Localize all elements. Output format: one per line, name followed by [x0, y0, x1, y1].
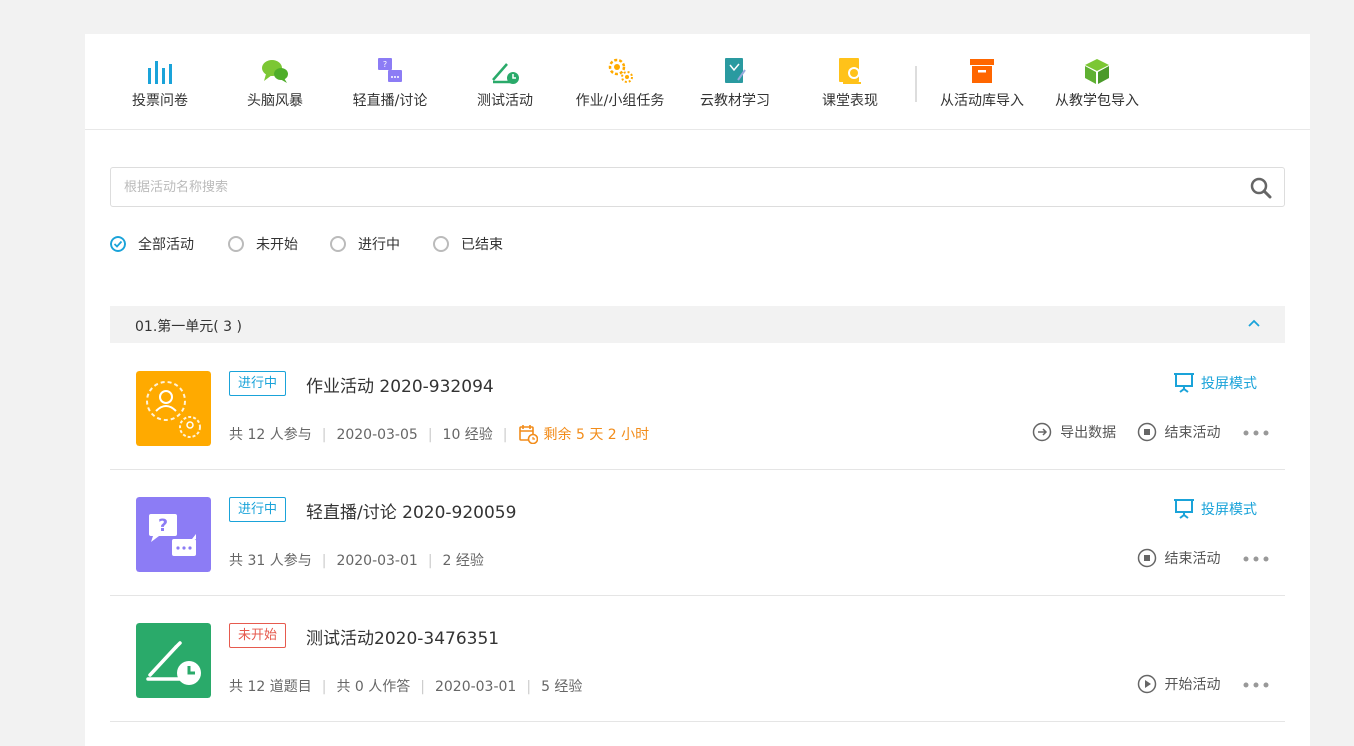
export-arrow-icon	[1032, 422, 1052, 442]
cloud-textbook-icon	[725, 58, 746, 83]
projection-mode-button[interactable]: 投屏模式	[1172, 496, 1257, 520]
vote-icon	[148, 61, 172, 84]
tool-label: 轻直播/讨论	[352, 93, 428, 109]
unit-header[interactable]: 01.第一单元( 3 )	[110, 306, 1285, 343]
participant-count: 共 31 人参与	[229, 553, 312, 569]
end-activity-button[interactable]: 结束活动	[1137, 422, 1221, 442]
more-options-icon[interactable]	[1241, 680, 1271, 690]
tool-homework[interactable]: 作业/小组任务	[560, 56, 680, 110]
question-count: 共 12 道题目	[229, 679, 312, 695]
activity-date: 2020-03-05	[336, 427, 418, 443]
export-label: 导出数据	[1060, 425, 1117, 441]
radio-icon	[330, 236, 346, 252]
status-badge: 未开始	[229, 623, 287, 648]
teaching-package-icon	[1085, 59, 1109, 84]
more-options-icon[interactable]	[1241, 554, 1271, 564]
tool-activity-library[interactable]: 从活动库导入	[922, 56, 1042, 110]
activity-search-box	[110, 167, 1285, 207]
tool-label: 从教学包导入	[1055, 93, 1139, 109]
svg-text:?: ?	[158, 516, 168, 536]
projection-label: 投屏模式	[1201, 502, 1257, 518]
homework-icon	[608, 58, 633, 83]
radio-icon	[433, 236, 449, 252]
class-performance-icon	[839, 58, 861, 84]
search-icon[interactable]	[1250, 177, 1272, 199]
live-discussion-thumbnail-icon: ?	[136, 497, 211, 572]
end-activity-button[interactable]: 结束活动	[1137, 548, 1221, 568]
activity-meta: 共 31 人参与 | 2020-03-01 | 2 经验	[229, 553, 484, 569]
filter-label: 未开始	[256, 237, 298, 253]
activity-row[interactable]: 未开始 测试活动2020-3476351 共 12 道题目 | 共 0 人作答 | 20…	[110, 596, 1285, 722]
filter-label: 进行中	[358, 237, 400, 253]
activity-row[interactable]: 进行中 作业活动 2020-932094 共 12 人参与 | 2020-03-05…	[110, 344, 1285, 470]
test-icon	[492, 63, 519, 84]
activity-title[interactable]: 轻直播/讨论 2020-920059	[306, 498, 516, 523]
remaining-time: 剩余 5 天 2 小时	[518, 425, 650, 444]
activity-date: 2020-03-01	[336, 553, 418, 569]
tool-brainstorm[interactable]: 头脑风暴	[215, 56, 335, 110]
end-activity-label: 结束活动	[1164, 425, 1221, 441]
tool-teaching-package[interactable]: 从教学包导入	[1037, 56, 1157, 110]
more-options-icon[interactable]	[1241, 428, 1271, 438]
radio-icon	[228, 236, 244, 252]
activity-actions: 导出数据 结束活动	[1032, 422, 1271, 442]
tool-live-discussion[interactable]: ? 轻直播/讨论	[330, 56, 450, 110]
activity-title[interactable]: 作业活动 2020-932094	[306, 372, 494, 397]
activity-actions: 开始活动	[1137, 674, 1271, 694]
stop-icon	[1137, 422, 1156, 442]
projector-icon	[1174, 373, 1194, 393]
play-icon	[1137, 674, 1156, 694]
experience-points: 5 经验	[541, 679, 583, 695]
tool-class-performance[interactable]: 课堂表现	[790, 56, 910, 110]
activity-date: 2020-03-01	[434, 679, 517, 695]
projection-mode-button[interactable]: 投屏模式	[1172, 370, 1257, 394]
tool-label: 课堂表现	[822, 93, 878, 109]
tool-vote[interactable]: 投票问卷	[100, 56, 220, 110]
activity-meta: 共 12 人参与 | 2020-03-05 | 10 经验 | 剩余 5 天 2 小时	[229, 424, 649, 444]
homework-thumbnail-icon	[136, 371, 211, 446]
activity-panel: 投票问卷 头脑风暴 ? 轻直播/讨论 测试活动 作业/小组任务 云教材学习 课堂…	[85, 34, 1310, 746]
activity-actions: 结束活动	[1137, 548, 1271, 568]
filter-label: 已结束	[461, 237, 503, 253]
tool-label: 投票问卷	[132, 93, 188, 109]
activity-row[interactable]: ? 进行中 轻直播/讨论 2020-920059 共 31 人参与 | 2020-0…	[110, 470, 1285, 596]
brainstorm-icon	[262, 60, 288, 83]
activity-meta: 共 12 道题目 | 共 0 人作答 | 2020-03-01 | 5 经验	[229, 679, 583, 695]
status-badge: 进行中	[229, 371, 287, 396]
tool-label: 云教材学习	[700, 93, 770, 109]
status-badge: 进行中	[229, 497, 287, 522]
experience-points: 10 经验	[442, 427, 493, 443]
tool-label: 测试活动	[477, 93, 533, 109]
filter-label: 全部活动	[138, 237, 194, 253]
toolbar-divider	[915, 66, 917, 102]
search-input[interactable]	[111, 168, 1211, 206]
participant-count: 共 12 人参与	[229, 427, 312, 443]
test-thumbnail-icon	[136, 623, 211, 698]
calendar-clock-icon	[518, 425, 538, 444]
activity-library-icon	[970, 59, 994, 83]
export-data-button[interactable]: 导出数据	[1032, 422, 1116, 442]
tool-test[interactable]: 测试活动	[445, 56, 565, 110]
tool-label: 从活动库导入	[940, 93, 1024, 109]
tool-label: 作业/小组任务	[575, 93, 665, 109]
start-activity-label: 开始活动	[1164, 677, 1221, 693]
end-activity-label: 结束活动	[1164, 551, 1221, 567]
tool-cloud-textbook[interactable]: 云教材学习	[675, 56, 795, 110]
svg-text:?: ?	[383, 60, 387, 69]
live-discussion-icon: ?	[378, 58, 402, 82]
stop-icon	[1137, 548, 1156, 568]
activity-title[interactable]: 测试活动2020-3476351	[306, 624, 499, 649]
activity-toolbar: 投票问卷 头脑风暴 ? 轻直播/讨论 测试活动 作业/小组任务 云教材学习 课堂…	[85, 34, 1310, 130]
answer-count: 共 0 人作答	[336, 679, 411, 695]
projection-label: 投屏模式	[1201, 376, 1257, 392]
start-activity-button[interactable]: 开始活动	[1137, 674, 1221, 694]
chevron-up-icon[interactable]	[1247, 318, 1261, 328]
tool-label: 头脑风暴	[247, 93, 303, 109]
remaining-label: 剩余 5 天 2 小时	[543, 427, 650, 443]
radio-checked-icon	[110, 236, 126, 252]
projector-icon	[1174, 499, 1194, 519]
experience-points: 2 经验	[442, 553, 484, 569]
unit-title: 01.第一单元( 3 )	[135, 319, 242, 335]
